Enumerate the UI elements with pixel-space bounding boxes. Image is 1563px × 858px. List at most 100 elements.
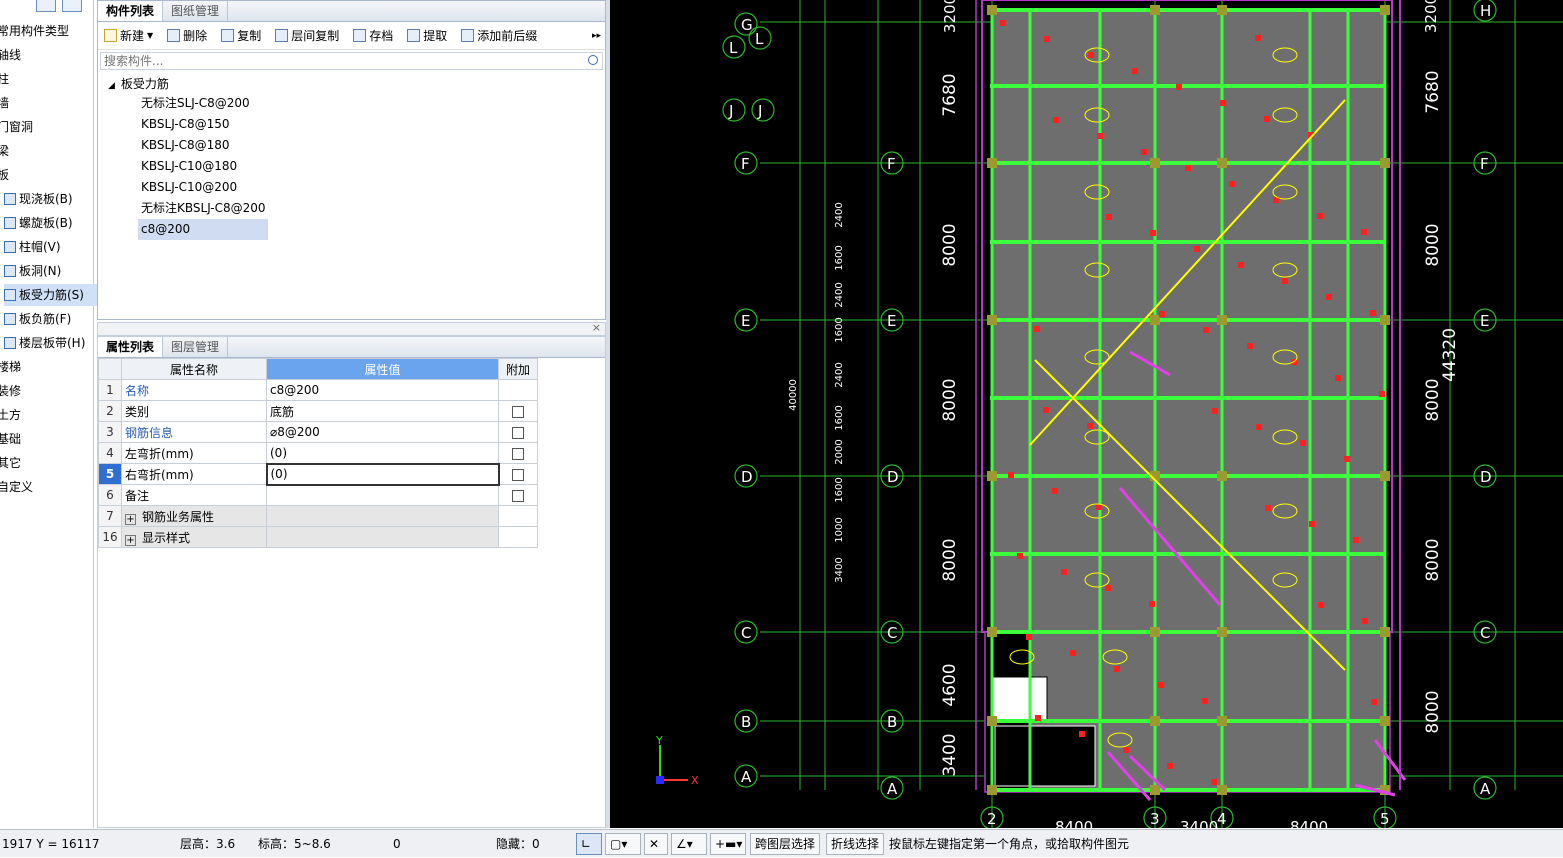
extra-checkbox[interactable] — [512, 405, 524, 418]
nav-item[interactable]: 板负筋(F) — [4, 308, 98, 330]
nav-item-label: 轴线 — [0, 48, 22, 62]
property-value[interactable] — [266, 505, 499, 527]
nav-item[interactable]: 基础 — [0, 428, 91, 450]
property-row[interactable]: 5 右弯折(mm) (0) — [98, 462, 538, 486]
axis-label: C — [741, 624, 751, 642]
expand-plus-icon[interactable]: + — [125, 513, 136, 525]
property-value[interactable]: 底筋 — [266, 400, 499, 422]
dimension-small-text: 3400 — [834, 557, 845, 582]
tree-item[interactable]: 无标注SLJ-C8@200 — [138, 93, 253, 114]
cad-drawing-canvas[interactable]: G L L J J F E D C B A F E D C B A H F E D C A 2 3 4 5 7680 8000 8000 8… — [610, 0, 1563, 828]
dimension-small-text: 1600 — [834, 317, 845, 342]
nav-item[interactable]: 板 — [0, 164, 91, 186]
expand-plus-icon[interactable]: + — [125, 534, 136, 546]
nav-item[interactable]: 自定义 — [0, 476, 91, 498]
tree-item[interactable]: KBSLJ-C10@180 — [138, 156, 240, 177]
nav-item[interactable]: 门窗洞 — [0, 116, 91, 138]
tree-view-icon[interactable] — [62, 0, 82, 12]
tree-item[interactable]: KBSLJ-C10@200 — [138, 177, 240, 198]
tree-item[interactable]: KBSLJ-C8@150 — [138, 114, 233, 135]
tab-drawing-management[interactable]: 图纸管理 — [163, 1, 229, 21]
nav-item[interactable]: 柱 — [0, 68, 91, 90]
select-mode-dropdown[interactable]: ▢▾ — [605, 833, 641, 855]
nav-item[interactable]: 柱帽(V) — [4, 236, 98, 258]
nav-item[interactable]: 装修 — [0, 380, 91, 402]
axis-label: B — [887, 713, 897, 731]
nav-item-label: 板洞(N) — [19, 264, 62, 278]
tree-item[interactable]: 无标注KBSLJ-C8@200 — [138, 198, 269, 219]
nav-item-label: 楼梯 — [0, 360, 22, 374]
angle-dropdown[interactable]: ∠▾ — [671, 833, 707, 855]
nav-item[interactable]: 土方 — [0, 404, 91, 426]
property-value[interactable] — [266, 484, 499, 506]
ucs-y-label: Y — [655, 734, 663, 747]
list-view-icon[interactable] — [36, 0, 56, 12]
cross-toggle[interactable]: ✕ — [644, 833, 668, 855]
nav-item[interactable]: 常用构件类型 — [0, 20, 91, 42]
row-number: 4 — [98, 442, 122, 464]
tree-item[interactable]: KBSLJ-C8@180 — [138, 135, 233, 156]
extra-checkbox[interactable] — [512, 426, 524, 439]
close-icon[interactable]: × — [592, 321, 601, 334]
property-value[interactable] — [266, 526, 499, 548]
copy-button[interactable]: 复制 — [221, 27, 261, 44]
rebar-mark — [1114, 666, 1120, 672]
nav-item[interactable]: 楼层板带(H) — [4, 332, 98, 354]
polyline-select-button[interactable]: 折线选择 — [826, 833, 885, 855]
nav-item[interactable]: 轴线 — [0, 44, 91, 66]
tree-item[interactable]: c8@200 — [138, 219, 268, 240]
nav-item[interactable]: 板洞(N) — [4, 260, 98, 282]
tab-layer-management[interactable]: 图层管理 — [163, 337, 229, 357]
extract-button[interactable]: 提取 — [407, 27, 447, 44]
expand-triangle-icon[interactable]: ◢ — [108, 81, 115, 91]
property-row[interactable]: 3 钢筋信息 ⌀8@200 — [98, 421, 538, 443]
nav-item[interactable]: 螺旋板(B) — [4, 212, 98, 234]
rebar-mark — [1344, 456, 1350, 462]
status-bar: 1917 Y = 16117 层高：3.6 标高：5~8.6 0 隐藏：0 ∟ … — [0, 829, 1563, 857]
nav-item[interactable]: 墙 — [0, 92, 91, 114]
tab-component-list[interactable]: 构件列表 — [98, 1, 164, 21]
nav-view-toggle[interactable] — [36, 0, 82, 12]
property-row[interactable]: 6 备注 — [98, 484, 538, 506]
rebar-mark — [1123, 747, 1129, 753]
property-value[interactable]: c8@200 — [266, 379, 499, 401]
snap-dropdown[interactable]: +▬▾ — [710, 833, 746, 855]
property-value[interactable]: ⌀8@200 — [266, 421, 499, 443]
new-button[interactable]: 新建 ▼ — [104, 27, 153, 44]
nav-item[interactable]: 梁 — [0, 140, 91, 162]
extra-checkbox[interactable] — [512, 447, 524, 460]
ortho-toggle[interactable]: ∟ — [576, 833, 602, 855]
add-prefix-suffix-button[interactable]: 添加前后缀 — [461, 27, 537, 44]
tree-root[interactable]: ◢ 板受力筋 — [108, 74, 169, 95]
property-row[interactable]: 1 名称 c8@200 — [98, 379, 538, 401]
component-search-input[interactable] — [101, 53, 602, 69]
extra-checkbox[interactable] — [512, 468, 525, 481]
axis-label: E — [741, 312, 750, 330]
nav-item[interactable]: 板受力筋(S) — [4, 284, 98, 306]
rebar-mark — [1256, 424, 1262, 430]
dimension-text: 3200 — [941, 0, 959, 33]
extra-checkbox[interactable] — [512, 489, 524, 502]
nav-item[interactable]: 现浇板(B) — [4, 188, 98, 210]
nav-item[interactable]: 楼梯 — [0, 356, 91, 378]
property-value[interactable]: (0) — [266, 442, 499, 464]
property-row[interactable]: 16 + 显示样式 — [98, 526, 538, 548]
snap-icon: +▬▾ — [715, 837, 743, 851]
property-row[interactable]: 4 左弯折(mm) (0) — [98, 442, 538, 464]
tab-property-list[interactable]: 属性列表 — [98, 337, 164, 357]
dimension-small-text: 1600 — [834, 477, 845, 502]
nav-item-label: 柱帽(V) — [19, 240, 61, 254]
column — [1150, 158, 1160, 168]
save-button[interactable]: 存档 — [353, 27, 393, 44]
copy-icon — [221, 29, 235, 42]
nav-item[interactable]: 其它 — [0, 452, 91, 474]
search-icon[interactable] — [588, 55, 598, 65]
property-value[interactable]: (0) — [265, 462, 500, 486]
delete-button[interactable]: 删除 — [167, 27, 207, 44]
rebar-mark — [1220, 100, 1226, 106]
cross-layer-select-button[interactable]: 跨图层选择 — [750, 833, 821, 855]
property-row[interactable]: 7 + 钢筋业务属性 — [98, 505, 538, 527]
floor-copy-button[interactable]: 层间复制 — [275, 27, 339, 44]
property-row[interactable]: 2 类别 底筋 — [98, 400, 538, 422]
toolbar-overflow-icon[interactable]: ▸▸ — [592, 31, 601, 41]
